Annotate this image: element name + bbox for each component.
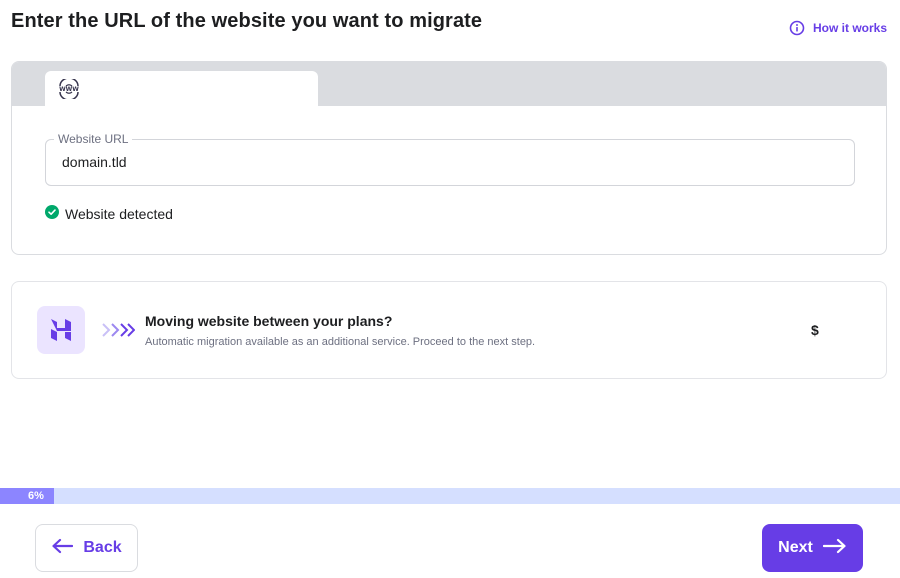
website-url-field[interactable]: Website URL <box>45 132 855 186</box>
www-globe-icon: WWW <box>57 77 81 104</box>
triple-chevron-right-icon <box>101 322 136 343</box>
website-url-input[interactable] <box>62 154 822 170</box>
website-detected-text: Website detected <box>65 205 173 222</box>
move-card-subtitle: Automatic migration available as an addi… <box>145 336 536 348</box>
how-it-works-link[interactable]: How it works <box>789 20 887 36</box>
progress-bar-fill <box>0 488 54 504</box>
browser-tab-strip: WWW <box>12 62 886 107</box>
info-icon <box>789 20 805 36</box>
progress-bar: 6% <box>0 488 900 504</box>
browser-tab: WWW <box>45 71 318 107</box>
back-button[interactable]: Back <box>35 524 138 572</box>
progress-percent: 6% <box>28 490 44 502</box>
price-symbol: $ <box>811 322 819 338</box>
page-title: Enter the URL of the website you want to… <box>11 10 483 32</box>
next-label: Next <box>778 539 813 556</box>
website-detected-status: Website detected <box>45 205 173 222</box>
next-button[interactable]: Next <box>762 524 863 572</box>
back-label: Back <box>83 539 122 556</box>
how-it-works-label: How it works <box>812 21 887 35</box>
arrow-left-icon <box>51 538 74 559</box>
url-card: WWW Website URL Website detected <box>11 61 887 255</box>
website-url-label: Website URL <box>54 132 133 146</box>
check-circle-icon <box>45 205 59 222</box>
move-between-plans-card[interactable]: Moving website between your plans? Autom… <box>11 281 887 379</box>
arrow-right-icon <box>822 538 847 559</box>
hostinger-logo-icon <box>37 306 85 354</box>
move-card-title: Moving website between your plans? <box>145 313 393 329</box>
svg-text:WWW: WWW <box>59 86 79 93</box>
